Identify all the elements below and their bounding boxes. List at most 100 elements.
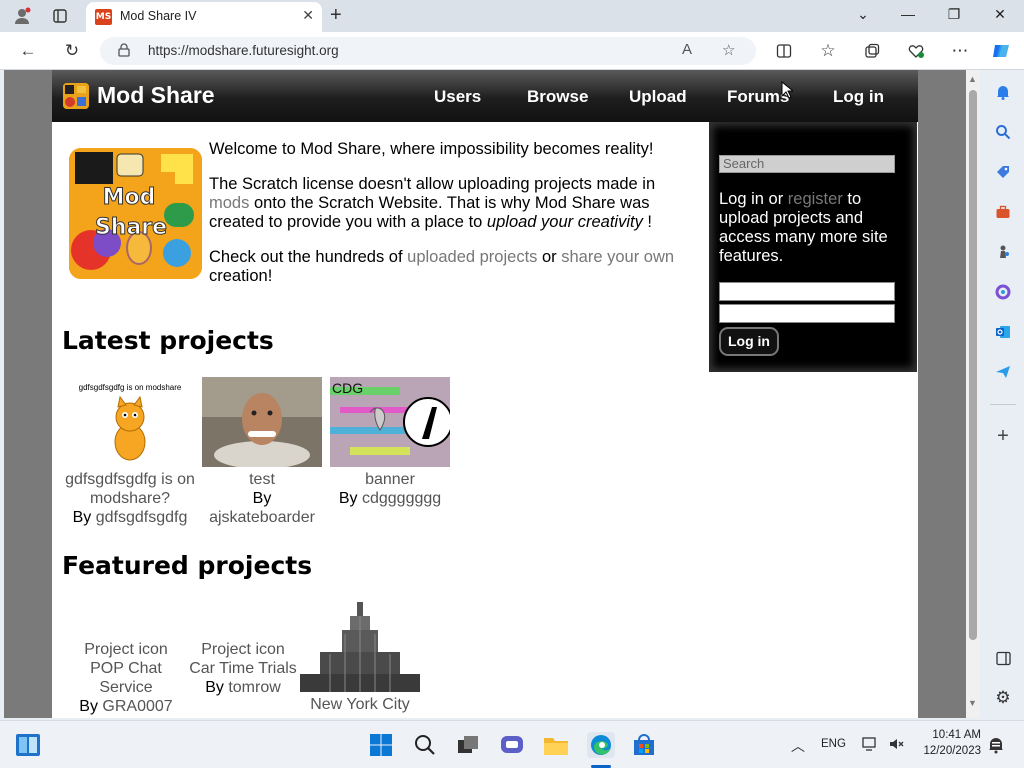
taskbar-search-icon[interactable]: [412, 732, 438, 758]
store-icon[interactable]: [631, 732, 657, 758]
tab-list-chevron-icon[interactable]: ⌄: [853, 6, 873, 23]
intro-paragraph: The Scratch license doesn't allow upload…: [209, 175, 656, 231]
favorite-star-icon[interactable]: ☆: [722, 41, 735, 59]
tab-mod-share[interactable]: MS Mod Share IV ✕: [86, 2, 322, 32]
edge-browser-icon[interactable]: [587, 732, 615, 758]
featured-project-card[interactable]: Project icon POP Chat Service By GRA0007: [64, 640, 188, 716]
broken-image-icon[interactable]: Project icon: [188, 640, 298, 659]
outlook-icon[interactable]: [993, 322, 1013, 342]
project-thumbnail[interactable]: CDG: [330, 377, 450, 467]
page-scrollbar[interactable]: ▲ ▼: [966, 70, 980, 718]
project-author: By GRA0007: [79, 698, 173, 715]
split-screen-icon[interactable]: [773, 40, 795, 62]
project-title[interactable]: POP Chat Service: [64, 659, 188, 697]
refresh-icon[interactable]: ↻: [61, 40, 83, 62]
intro-text: Welcome to Mod Share, where impossibilit…: [209, 140, 699, 302]
latest-projects-heading: Latest projects: [62, 326, 274, 355]
language-indicator[interactable]: ENG: [821, 738, 846, 750]
project-thumbnail[interactable]: gdfsgdfsgdfg is on modshare: [70, 377, 190, 467]
tray-expand-chevron-icon[interactable]: ︿: [791, 736, 805, 756]
project-card[interactable]: CDG banner By cdggggggg: [330, 377, 450, 508]
project-author: By tomrow: [205, 679, 281, 696]
share-your-own-link[interactable]: share your own: [561, 248, 674, 266]
project-thumbnail[interactable]: [300, 602, 420, 692]
scroll-down-arrow-icon[interactable]: ▼: [968, 698, 977, 708]
password-field[interactable]: [719, 304, 895, 323]
register-link[interactable]: register: [788, 190, 843, 208]
copilot-icon[interactable]: [990, 40, 1012, 62]
tools-briefcase-icon[interactable]: [993, 202, 1013, 222]
sidebar-divider: [990, 404, 1016, 405]
mouse-cursor-icon: [781, 81, 793, 99]
mods-link[interactable]: mods: [209, 194, 249, 212]
send-plane-icon[interactable]: [993, 362, 1013, 382]
tab-actions-icon[interactable]: [49, 6, 71, 26]
site-logo-text[interactable]: Mod Share: [97, 82, 215, 109]
settings-gear-icon[interactable]: ⚙: [993, 688, 1013, 708]
browser-tab-bar: MS Mod Share IV ✕ + ⌄ — ❐ ✕: [0, 0, 1024, 32]
featured-project-card[interactable]: Project icon Car Time Trials By tomrow: [188, 640, 298, 697]
collections-icon[interactable]: [861, 40, 883, 62]
modshare-favicon: MS: [95, 9, 112, 25]
games-chess-icon[interactable]: [993, 242, 1013, 262]
scrollbar-thumb[interactable]: [969, 90, 977, 640]
windows-taskbar: ︿ ENG 10:41 AM 12/20/2023: [0, 720, 1024, 768]
profile-icon[interactable]: [11, 6, 33, 26]
nav-login[interactable]: Log in: [833, 87, 884, 107]
start-windows-icon[interactable]: [368, 732, 394, 758]
nav-upload[interactable]: Upload: [629, 87, 687, 107]
search-icon[interactable]: [993, 122, 1013, 142]
minimize-icon[interactable]: —: [898, 6, 918, 22]
file-explorer-icon[interactable]: [543, 732, 569, 758]
volume-muted-icon[interactable]: [888, 736, 904, 757]
scroll-up-arrow-icon[interactable]: ▲: [968, 74, 977, 84]
project-title[interactable]: New York City: [300, 695, 420, 714]
project-title[interactable]: banner: [330, 470, 450, 489]
read-aloud-icon[interactable]: A︎: [682, 41, 692, 58]
notifications-bell-icon[interactable]: [993, 82, 1013, 102]
close-tab-icon[interactable]: ✕: [302, 7, 314, 24]
project-title[interactable]: test: [202, 470, 322, 489]
uploaded-projects-link[interactable]: uploaded projects: [407, 248, 537, 266]
search-input[interactable]: Search: [719, 155, 895, 173]
login-prompt-text: Log in or register to upload projects an…: [719, 190, 888, 265]
back-arrow-icon[interactable]: ←: [17, 40, 39, 62]
widgets-icon[interactable]: [15, 732, 41, 758]
close-window-icon[interactable]: ✕: [990, 6, 1010, 23]
featured-project-card[interactable]: New York City: [300, 602, 420, 714]
project-title[interactable]: Car Time Trials: [188, 659, 298, 678]
username-field[interactable]: [719, 282, 895, 301]
svg-text:Share: Share: [95, 215, 167, 240]
project-thumbnail[interactable]: [202, 377, 322, 467]
restore-icon[interactable]: ❐: [944, 6, 964, 23]
project-title[interactable]: gdfsgdfsgdfg is on modshare?: [60, 470, 200, 508]
clock-time[interactable]: 10:41 AM: [918, 729, 981, 741]
project-card[interactable]: test By ajskateboarder: [202, 377, 322, 527]
check-out-paragraph: Check out the hundreds of uploaded proje…: [209, 248, 675, 285]
edge-sidebar: + ⚙: [982, 70, 1024, 720]
modshare-site: Mod Share Users Browse Upload Forums Log…: [52, 70, 918, 718]
browser-essentials-icon[interactable]: [905, 40, 927, 62]
modshare-logo-icon[interactable]: [63, 83, 89, 109]
address-bar[interactable]: https://modshare.futuresight.org A︎ ☆: [100, 37, 756, 65]
new-tab-icon[interactable]: +: [330, 4, 342, 27]
teams-chat-icon[interactable]: [499, 732, 525, 758]
login-button[interactable]: Log in: [719, 327, 779, 356]
clock-date[interactable]: 12/20/2023: [918, 745, 981, 757]
notification-center-icon[interactable]: [987, 736, 1005, 759]
network-icon[interactable]: [862, 736, 880, 757]
sidebar-panel-icon[interactable]: [993, 648, 1013, 668]
task-view-icon[interactable]: [455, 732, 481, 758]
nav-browse[interactable]: Browse: [527, 87, 588, 107]
add-sidebar-app-icon[interactable]: +: [993, 425, 1013, 447]
microsoft-365-icon[interactable]: [993, 282, 1013, 302]
nav-forums[interactable]: Forums: [727, 87, 789, 107]
favorites-icon[interactable]: ☆: [817, 40, 839, 62]
more-options-icon[interactable]: ⋯: [949, 40, 971, 62]
broken-image-icon[interactable]: Project icon: [64, 640, 188, 659]
project-author: By cdggggggg: [338, 490, 442, 507]
project-author: By gdfsgdfsgdfg: [72, 509, 188, 526]
shopping-tag-icon[interactable]: [993, 162, 1013, 182]
nav-users[interactable]: Users: [434, 87, 481, 107]
project-card[interactable]: gdfsgdfsgdfg is on modshare gdfsgdfsgdfg…: [60, 377, 200, 527]
